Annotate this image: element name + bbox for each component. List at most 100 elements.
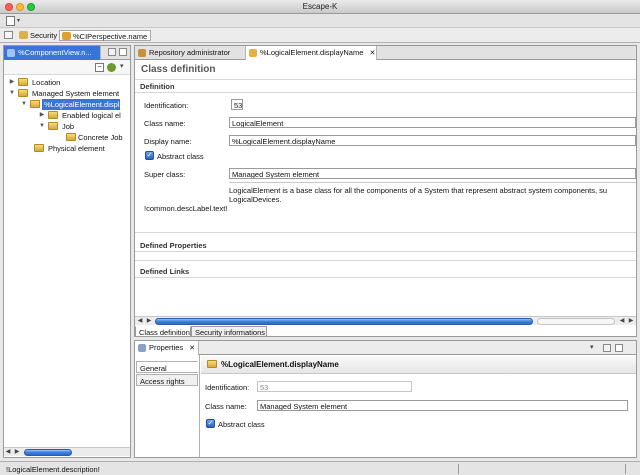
perspective-icon: [62, 32, 71, 40]
divider: [135, 260, 636, 261]
component-view-panel: %ComponentView.n... − ▾ ▶ Location ▼ Man…: [3, 45, 131, 458]
divider: [135, 232, 636, 233]
properties-tab-general[interactable]: General: [136, 361, 198, 373]
tree-item-managed-system-element[interactable]: ▼ Managed System element: [8, 88, 126, 99]
tab-logical-element[interactable]: %LogicalElement.displayName ✕: [246, 46, 377, 60]
scroll-right-icon[interactable]: ▶: [13, 448, 21, 457]
scroll-left-icon[interactable]: ◀: [136, 317, 144, 326]
chevron-down-icon[interactable]: ▾: [17, 17, 20, 24]
description-line: LogicalDevices.: [229, 195, 282, 204]
perspective-security[interactable]: Security: [17, 30, 60, 41]
tree-item-concrete-job[interactable]: Concrete Job: [64, 132, 126, 143]
perspective-ci-label: %CIPerspective.name: [73, 32, 148, 41]
folder-icon: [30, 100, 40, 108]
tree-collapse-icon[interactable]: ▼: [8, 88, 16, 98]
tree-item-enabled-logical-element[interactable]: ▶ Enabled logical el: [38, 110, 126, 121]
editor-scroll-thumb[interactable]: [155, 318, 533, 325]
tree-item-job[interactable]: ▼ Job: [38, 121, 126, 132]
prop-identification-field[interactable]: 53: [257, 381, 412, 392]
tab-security-informations[interactable]: Security informations: [191, 326, 267, 337]
identification-label: Identification:: [144, 101, 189, 110]
tree-scroll-thumb[interactable]: [24, 449, 72, 456]
abstract-class-checkbox[interactable]: ✓: [145, 151, 154, 160]
prop-identification-label: Identification:: [205, 383, 250, 392]
tree-item-label: Concrete Job: [78, 133, 123, 142]
tree-item-label: Physical element: [48, 144, 105, 153]
minimize-view-icon[interactable]: [603, 344, 611, 352]
display-name-field[interactable]: %LogicalElement.displayName: [229, 135, 636, 146]
tree-item-physical-element[interactable]: Physical element: [20, 143, 124, 154]
tree-expand-icon[interactable]: ▶: [8, 77, 16, 87]
tree-expand-icon[interactable]: ▶: [38, 110, 46, 120]
tab-component-view-label: %ComponentView.n...: [18, 48, 92, 57]
tab-class-definition[interactable]: Class definition: [135, 326, 191, 337]
defined-properties-title[interactable]: Defined Properties: [140, 241, 207, 250]
properties-tab-access-rights[interactable]: Access rights: [136, 374, 198, 386]
divider: [135, 277, 636, 278]
prop-class-name-field[interactable]: Managed System element: [257, 400, 628, 411]
tab-repository-label: Repository administrator: [149, 48, 231, 57]
abstract-class-label: Abstract class: [157, 152, 204, 161]
prop-abstract-class-checkbox[interactable]: ✓: [206, 419, 215, 428]
super-class-field[interactable]: Managed System element: [229, 168, 636, 179]
class-name-field[interactable]: LogicalElement: [229, 117, 636, 128]
class-name-label: Class name:: [144, 119, 186, 128]
divider: [135, 92, 636, 93]
tab-properties-label: Properties: [149, 343, 184, 352]
editor-tabbar: Repository administrator %LogicalElement…: [135, 46, 636, 60]
folder-icon: [18, 78, 28, 86]
folder-icon: [34, 144, 44, 152]
scroll-corner: [120, 448, 129, 456]
scroll-left-icon[interactable]: ◀: [4, 448, 12, 457]
properties-tabbar: Properties ✕ ▾: [135, 341, 636, 355]
open-perspective-icon[interactable]: [4, 31, 13, 39]
description-label: !common.descLabel.text!: [144, 204, 228, 213]
folder-icon: [18, 89, 28, 97]
tree-collapse-icon[interactable]: ▼: [38, 121, 46, 131]
scroll-left-icon[interactable]: ◀: [618, 317, 626, 326]
component-view-toolbar: − ▾: [4, 60, 130, 75]
view-menu-icon[interactable]: ▾: [590, 343, 594, 351]
tree-horizontal-scrollbar[interactable]: ◀ ▶: [4, 447, 130, 456]
tab-properties[interactable]: Properties ✕: [135, 341, 199, 355]
tree-item-location[interactable]: ▶ Location: [8, 77, 126, 88]
prop-class-name-label: Class name:: [205, 402, 247, 411]
tree-collapse-icon[interactable]: ▼: [20, 99, 28, 109]
tree-view-icon: [7, 49, 15, 57]
properties-icon: [138, 344, 146, 352]
perspective-bar: Security %CIPerspective.name: [0, 28, 640, 43]
key-icon: [19, 31, 28, 39]
link-editor-icon[interactable]: [107, 63, 116, 72]
divider: [625, 464, 626, 474]
tree-item-label: Location: [32, 78, 61, 87]
status-text: !LogicalElement.description!: [6, 465, 100, 474]
identification-field[interactable]: 53: [231, 99, 243, 110]
tab-repository-administrator[interactable]: Repository administrator: [135, 46, 246, 60]
view-menu-icon[interactable]: ▾: [120, 62, 124, 70]
close-tab-icon[interactable]: ✕: [369, 50, 375, 57]
definition-section-title: Definition: [140, 82, 175, 91]
editor-horizontal-scrollbar[interactable]: ◀ ▶ ◀ ▶: [135, 316, 636, 325]
divider: [458, 464, 459, 474]
defined-links-title[interactable]: Defined Links: [140, 267, 189, 276]
close-tab-icon[interactable]: ✕: [189, 345, 195, 352]
properties-panel: Properties ✕ ▾ General Access rights %Lo…: [134, 340, 637, 458]
scroll-right-icon[interactable]: ▶: [627, 317, 635, 326]
main-toolbar: ▾: [0, 14, 640, 28]
tab-component-view[interactable]: %ComponentView.n...: [4, 46, 101, 60]
tree-item-label: %LogicalElement.displ: [42, 99, 120, 110]
description-area[interactable]: LogicalElement is a base class for all t…: [229, 182, 636, 212]
new-file-icon[interactable]: [6, 16, 15, 26]
perspective-ci[interactable]: %CIPerspective.name: [59, 30, 152, 41]
collapse-all-icon[interactable]: −: [95, 63, 104, 72]
tab-logical-element-label: %LogicalElement.displayName: [260, 48, 364, 57]
properties-title: %LogicalElement.displayName: [221, 360, 339, 369]
scroll-right-icon[interactable]: ▶: [145, 317, 153, 326]
maximize-view-icon[interactable]: [119, 48, 127, 56]
maximize-view-icon[interactable]: [615, 344, 623, 352]
repository-icon: [138, 49, 146, 57]
window-titlebar: Escape-K: [0, 0, 640, 14]
tree-item-logical-element[interactable]: ▼ %LogicalElement.displ: [20, 99, 120, 110]
folder-icon: [66, 133, 76, 141]
minimize-view-icon[interactable]: [108, 48, 116, 56]
